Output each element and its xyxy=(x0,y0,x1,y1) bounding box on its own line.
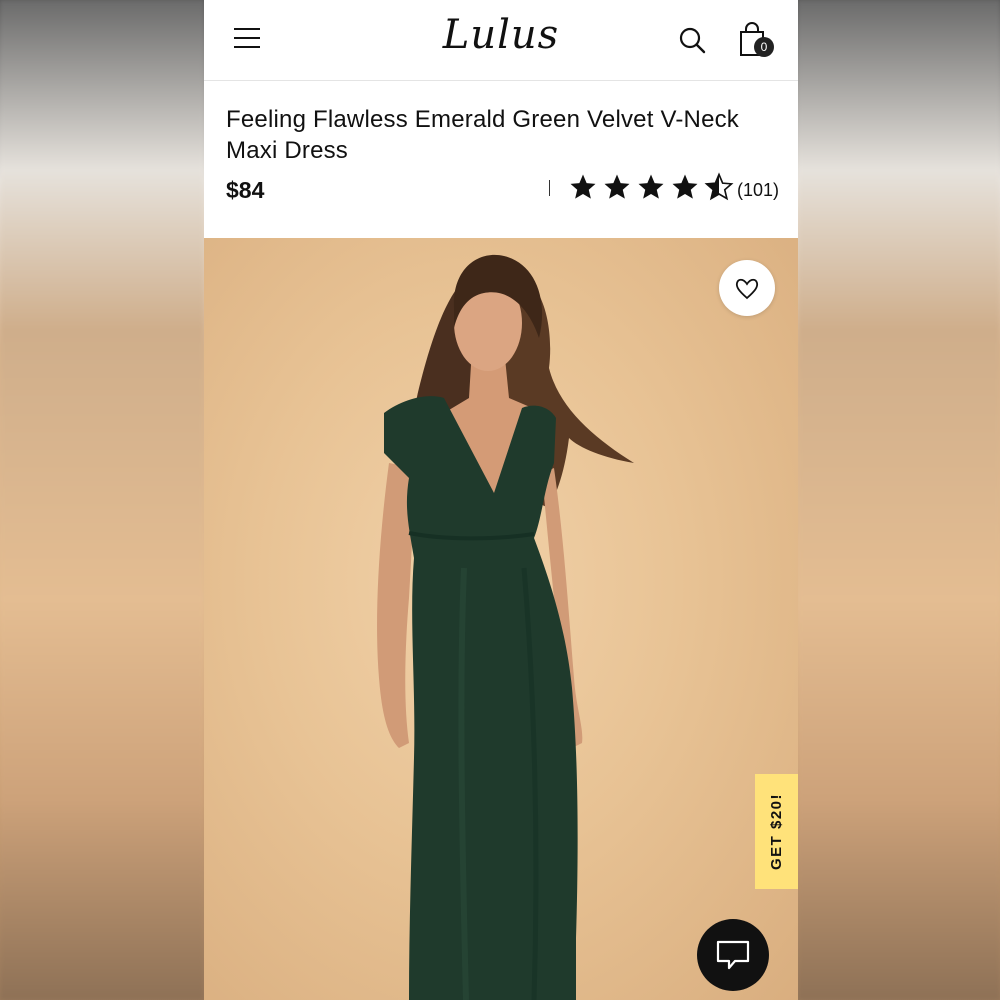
model-photo xyxy=(377,254,634,1000)
star-full-icon xyxy=(570,174,596,199)
product-title: Feeling Flawless Emerald Green Velvet V-… xyxy=(226,106,740,164)
review-count[interactable]: (101) xyxy=(737,180,779,201)
blurred-background-right xyxy=(798,0,1000,1000)
product-image[interactable]: GET $20! xyxy=(204,238,798,1000)
promo-label: GET $20! xyxy=(768,792,785,871)
favorite-button[interactable] xyxy=(719,260,775,316)
site-logo[interactable]: Lulus xyxy=(204,12,798,58)
chat-button[interactable] xyxy=(697,919,769,991)
promo-tab[interactable]: GET $20! xyxy=(755,774,798,889)
chat-icon xyxy=(716,940,750,970)
star-rating[interactable] xyxy=(568,172,738,202)
star-full-icon xyxy=(672,174,698,199)
star-full-icon xyxy=(604,174,630,199)
star-full-icon xyxy=(638,174,664,199)
mobile-page: Lulus 0 Feeling Flawless Emerald Green V… xyxy=(204,0,798,1000)
star-half-icon xyxy=(704,172,734,201)
search-icon[interactable] xyxy=(678,26,706,54)
rating-divider xyxy=(549,180,550,196)
cart-count-badge: 0 xyxy=(754,37,774,57)
product-price: $84 xyxy=(226,177,265,203)
heart-icon xyxy=(735,278,759,300)
blurred-background-left xyxy=(0,0,204,1000)
site-header: Lulus 0 xyxy=(204,0,798,81)
